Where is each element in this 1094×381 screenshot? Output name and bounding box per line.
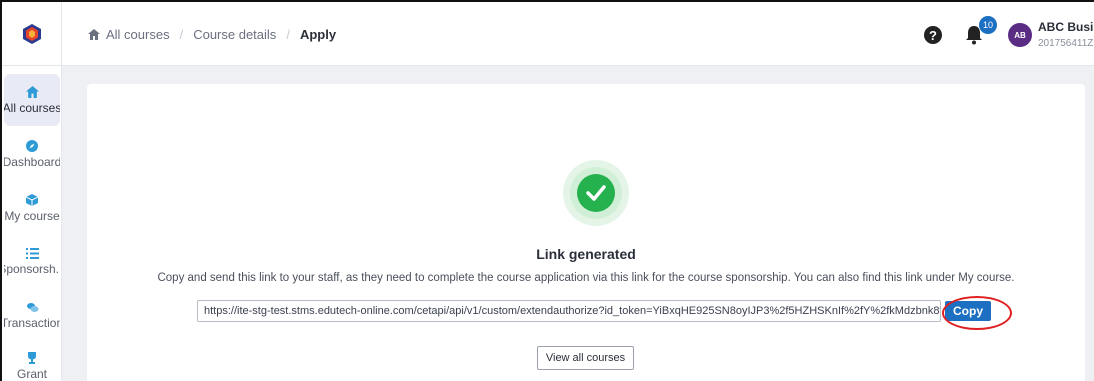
user-id: 201756411Z	[1038, 38, 1094, 49]
sidebar-item-all-courses[interactable]: All courses	[4, 74, 60, 126]
breadcrumb-course-details[interactable]: Course details	[193, 27, 276, 42]
sidebar-item-label: Grant	[16, 366, 47, 381]
breadcrumb: All courses / Course details / Apply	[88, 2, 336, 66]
success-ring	[570, 167, 622, 219]
compass-icon	[26, 139, 38, 152]
list-icon	[25, 248, 39, 259]
sidebar-item-grant[interactable]: Grant	[4, 340, 60, 381]
home-icon	[25, 85, 39, 98]
cube-icon	[26, 193, 38, 206]
main-content: Link generated Copy and send this link t…	[62, 66, 1094, 381]
breadcrumb-separator: /	[179, 26, 184, 42]
check-icon	[586, 185, 606, 201]
breadcrumb-all-courses[interactable]: All courses	[88, 27, 170, 42]
sidebar-item-label: My course	[4, 208, 60, 223]
link-row: https://ite-stg-test.stms.edutech-online…	[197, 300, 1003, 322]
sidebar-item-label: All courses	[4, 100, 60, 115]
sidebar-item-my-course[interactable]: My course	[4, 182, 60, 234]
avatar[interactable]: AB	[1008, 23, 1032, 47]
description-text: Copy and send this link to your staff, a…	[157, 272, 1015, 284]
page-title: Link generated	[536, 246, 636, 262]
link-generated-card: Link generated Copy and send this link t…	[87, 84, 1085, 381]
view-all-courses-button[interactable]: View all courses	[537, 346, 634, 370]
success-badge	[563, 160, 629, 226]
breadcrumb-label: All courses	[106, 26, 170, 42]
sidebar-item-sponsorship[interactable]: Sponsorsh...	[4, 236, 60, 288]
breadcrumb-current: Apply	[299, 26, 337, 42]
sidebar-item-transaction[interactable]: Transaction	[4, 290, 60, 342]
logo-icon	[22, 24, 41, 44]
sidebar-item-label: Transaction	[4, 316, 60, 330]
home-icon	[88, 28, 100, 40]
notification-badge: 10	[979, 16, 997, 34]
coins-icon	[26, 303, 38, 312]
help-icon[interactable]: ?	[924, 26, 942, 44]
sidebar-item-label: Dashboard	[4, 154, 60, 169]
generated-link-field[interactable]: https://ite-stg-test.stms.edutech-online…	[197, 300, 941, 322]
success-circle	[577, 174, 615, 212]
sidebar: All courses Dashboard My course Sponsors…	[2, 66, 62, 381]
highlight-annotation	[942, 296, 1012, 330]
app-logo[interactable]	[2, 2, 62, 66]
sidebar-item-dashboard[interactable]: Dashboard	[4, 128, 60, 180]
top-bar: All courses / Course details / Apply ? 1…	[2, 2, 1094, 66]
user-name[interactable]: ABC Business	[1038, 20, 1094, 34]
sidebar-item-label: Sponsorsh...	[4, 262, 60, 276]
breadcrumb-separator: /	[286, 26, 290, 42]
trophy-icon	[28, 351, 36, 364]
